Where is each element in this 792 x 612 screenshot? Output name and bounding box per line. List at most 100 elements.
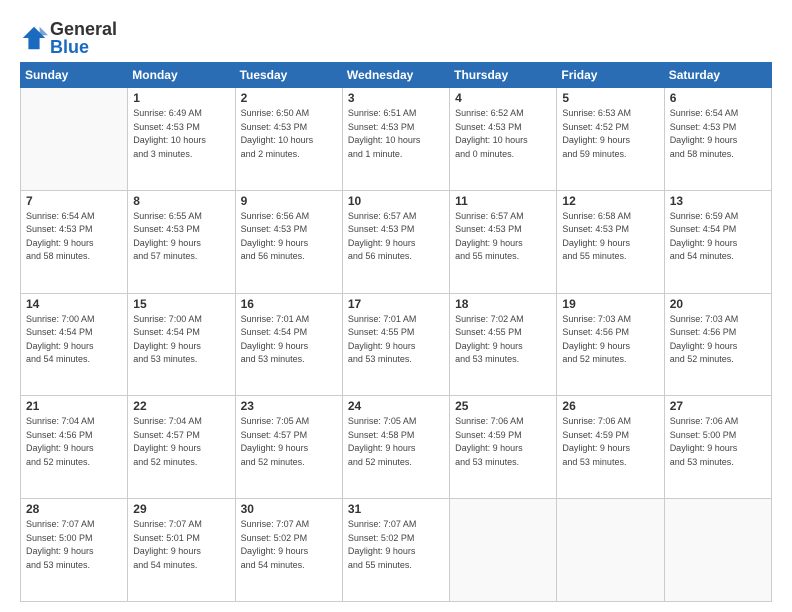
day-info: Sunrise: 6:58 AMSunset: 4:53 PMDaylight:… <box>562 210 658 264</box>
calendar-cell: 20 Sunrise: 7:03 AMSunset: 4:56 PMDayligh… <box>664 293 771 396</box>
calendar-cell: 21 Sunrise: 7:04 AMSunset: 4:56 PMDayligh… <box>21 396 128 499</box>
calendar-header-monday: Monday <box>128 63 235 88</box>
calendar-cell: 2 Sunrise: 6:50 AMSunset: 4:53 PMDaylight… <box>235 88 342 191</box>
calendar-cell: 22 Sunrise: 7:04 AMSunset: 4:57 PMDayligh… <box>128 396 235 499</box>
day-info: Sunrise: 6:57 AMSunset: 4:53 PMDaylight:… <box>455 210 551 264</box>
day-info: Sunrise: 7:03 AMSunset: 4:56 PMDaylight:… <box>670 313 766 367</box>
day-number: 3 <box>348 91 444 105</box>
day-number: 8 <box>133 194 229 208</box>
day-info: Sunrise: 6:51 AMSunset: 4:53 PMDaylight:… <box>348 107 444 161</box>
calendar-cell: 11Sunrise: 6:57 AMSunset: 4:53 PMDayligh… <box>450 190 557 293</box>
calendar-cell: 24 Sunrise: 7:05 AMSunset: 4:58 PMDayligh… <box>342 396 449 499</box>
day-number: 19 <box>562 297 658 311</box>
calendar-cell: 8 Sunrise: 6:55 AMSunset: 4:53 PMDaylight… <box>128 190 235 293</box>
calendar-cell: 18 Sunrise: 7:02 AMSunset: 4:55 PMDayligh… <box>450 293 557 396</box>
calendar-week-row: 1 Sunrise: 6:49 AMSunset: 4:53 PMDaylight… <box>21 88 772 191</box>
day-number: 12 <box>562 194 658 208</box>
calendar-cell: 13 Sunrise: 6:59 AMSunset: 4:54 PMDayligh… <box>664 190 771 293</box>
day-number: 7 <box>26 194 122 208</box>
day-info: Sunrise: 7:07 AMSunset: 5:00 PMDaylight:… <box>26 518 122 572</box>
calendar-cell: 29Sunrise: 7:07 AMSunset: 5:01 PMDayligh… <box>128 499 235 602</box>
day-info: Sunrise: 7:05 AMSunset: 4:57 PMDaylight:… <box>241 415 337 469</box>
day-info: Sunrise: 6:54 AMSunset: 4:53 PMDaylight:… <box>26 210 122 264</box>
logo-text: General Blue <box>50 20 117 56</box>
day-number: 25 <box>455 399 551 413</box>
day-info: Sunrise: 6:52 AMSunset: 4:53 PMDaylight:… <box>455 107 551 161</box>
day-info: Sunrise: 6:57 AMSunset: 4:53 PMDaylight:… <box>348 210 444 264</box>
calendar-cell: 30 Sunrise: 7:07 AMSunset: 5:02 PMDayligh… <box>235 499 342 602</box>
day-info: Sunrise: 7:01 AMSunset: 4:54 PMDaylight:… <box>241 313 337 367</box>
day-number: 18 <box>455 297 551 311</box>
day-info: Sunrise: 6:54 AMSunset: 4:53 PMDaylight:… <box>670 107 766 161</box>
day-info: Sunrise: 7:06 AMSunset: 4:59 PMDaylight:… <box>455 415 551 469</box>
calendar-cell: 4Sunrise: 6:52 AMSunset: 4:53 PMDaylight… <box>450 88 557 191</box>
day-info: Sunrise: 7:04 AMSunset: 4:56 PMDaylight:… <box>26 415 122 469</box>
calendar-cell: 3 Sunrise: 6:51 AMSunset: 4:53 PMDaylight… <box>342 88 449 191</box>
calendar-cell: 1 Sunrise: 6:49 AMSunset: 4:53 PMDaylight… <box>128 88 235 191</box>
day-number: 1 <box>133 91 229 105</box>
day-info: Sunrise: 7:03 AMSunset: 4:56 PMDaylight:… <box>562 313 658 367</box>
day-number: 31 <box>348 502 444 516</box>
day-number: 24 <box>348 399 444 413</box>
day-info: Sunrise: 7:05 AMSunset: 4:58 PMDaylight:… <box>348 415 444 469</box>
day-info: Sunrise: 7:06 AMSunset: 4:59 PMDaylight:… <box>562 415 658 469</box>
day-number: 30 <box>241 502 337 516</box>
day-number: 9 <box>241 194 337 208</box>
calendar-week-row: 7 Sunrise: 6:54 AMSunset: 4:53 PMDaylight… <box>21 190 772 293</box>
day-info: Sunrise: 6:55 AMSunset: 4:53 PMDaylight:… <box>133 210 229 264</box>
calendar-cell: 14Sunrise: 7:00 AMSunset: 4:54 PMDayligh… <box>21 293 128 396</box>
day-number: 13 <box>670 194 766 208</box>
calendar-cell: 9 Sunrise: 6:56 AMSunset: 4:53 PMDaylight… <box>235 190 342 293</box>
calendar-header-thursday: Thursday <box>450 63 557 88</box>
day-number: 2 <box>241 91 337 105</box>
day-info: Sunrise: 6:53 AMSunset: 4:52 PMDaylight:… <box>562 107 658 161</box>
day-info: Sunrise: 7:00 AMSunset: 4:54 PMDaylight:… <box>133 313 229 367</box>
day-info: Sunrise: 7:07 AMSunset: 5:02 PMDaylight:… <box>241 518 337 572</box>
calendar-week-row: 21 Sunrise: 7:04 AMSunset: 4:56 PMDayligh… <box>21 396 772 499</box>
calendar-cell: 25 Sunrise: 7:06 AMSunset: 4:59 PMDayligh… <box>450 396 557 499</box>
calendar-header-row: SundayMondayTuesdayWednesdayThursdayFrid… <box>21 63 772 88</box>
day-number: 14 <box>26 297 122 311</box>
day-number: 15 <box>133 297 229 311</box>
day-number: 21 <box>26 399 122 413</box>
day-info: Sunrise: 7:04 AMSunset: 4:57 PMDaylight:… <box>133 415 229 469</box>
day-info: Sunrise: 7:01 AMSunset: 4:55 PMDaylight:… <box>348 313 444 367</box>
calendar-week-row: 28 Sunrise: 7:07 AMSunset: 5:00 PMDayligh… <box>21 499 772 602</box>
day-number: 6 <box>670 91 766 105</box>
logo-icon <box>20 24 48 52</box>
calendar-cell: 26 Sunrise: 7:06 AMSunset: 4:59 PMDayligh… <box>557 396 664 499</box>
day-info: Sunrise: 7:07 AMSunset: 5:02 PMDaylight:… <box>348 518 444 572</box>
day-number: 10 <box>348 194 444 208</box>
calendar-header-friday: Friday <box>557 63 664 88</box>
day-info: Sunrise: 7:07 AMSunset: 5:01 PMDaylight:… <box>133 518 229 572</box>
page: General Blue SundayMondayTuesdayWednesda… <box>0 0 792 612</box>
calendar-cell: 28 Sunrise: 7:07 AMSunset: 5:00 PMDayligh… <box>21 499 128 602</box>
calendar-cell: 12 Sunrise: 6:58 AMSunset: 4:53 PMDayligh… <box>557 190 664 293</box>
calendar-cell: 15 Sunrise: 7:00 AMSunset: 4:54 PMDayligh… <box>128 293 235 396</box>
day-number: 28 <box>26 502 122 516</box>
day-number: 20 <box>670 297 766 311</box>
day-info: Sunrise: 6:56 AMSunset: 4:53 PMDaylight:… <box>241 210 337 264</box>
calendar-cell: 27Sunrise: 7:06 AMSunset: 5:00 PMDayligh… <box>664 396 771 499</box>
calendar-header-tuesday: Tuesday <box>235 63 342 88</box>
header: General Blue <box>20 16 772 56</box>
calendar-cell <box>557 499 664 602</box>
day-info: Sunrise: 7:02 AMSunset: 4:55 PMDaylight:… <box>455 313 551 367</box>
calendar-table: SundayMondayTuesdayWednesdayThursdayFrid… <box>20 62 772 602</box>
calendar-week-row: 14 Sunrise: 7:00 AMSunset: 4:54 PMDayligh… <box>21 293 772 396</box>
day-info: Sunrise: 6:49 AMSunset: 4:53 PMDaylight:… <box>133 107 229 161</box>
calendar-cell: 6 Sunrise: 6:54 AMSunset: 4:53 PMDaylight… <box>664 88 771 191</box>
calendar-cell: 17 Sunrise: 7:01 AMSunset: 4:55 PMDayligh… <box>342 293 449 396</box>
day-number: 22 <box>133 399 229 413</box>
day-info: Sunrise: 7:06 AMSunset: 5:00 PMDaylight:… <box>670 415 766 469</box>
calendar-cell <box>450 499 557 602</box>
calendar-cell: 5Sunrise: 6:53 AMSunset: 4:52 PMDaylight… <box>557 88 664 191</box>
day-info: Sunrise: 6:59 AMSunset: 4:54 PMDaylight:… <box>670 210 766 264</box>
day-number: 26 <box>562 399 658 413</box>
calendar-cell: 10 Sunrise: 6:57 AMSunset: 4:53 PMDayligh… <box>342 190 449 293</box>
day-info: Sunrise: 6:50 AMSunset: 4:53 PMDaylight:… <box>241 107 337 161</box>
calendar-cell <box>21 88 128 191</box>
day-number: 23 <box>241 399 337 413</box>
calendar-cell: 23 Sunrise: 7:05 AMSunset: 4:57 PMDayligh… <box>235 396 342 499</box>
day-number: 17 <box>348 297 444 311</box>
